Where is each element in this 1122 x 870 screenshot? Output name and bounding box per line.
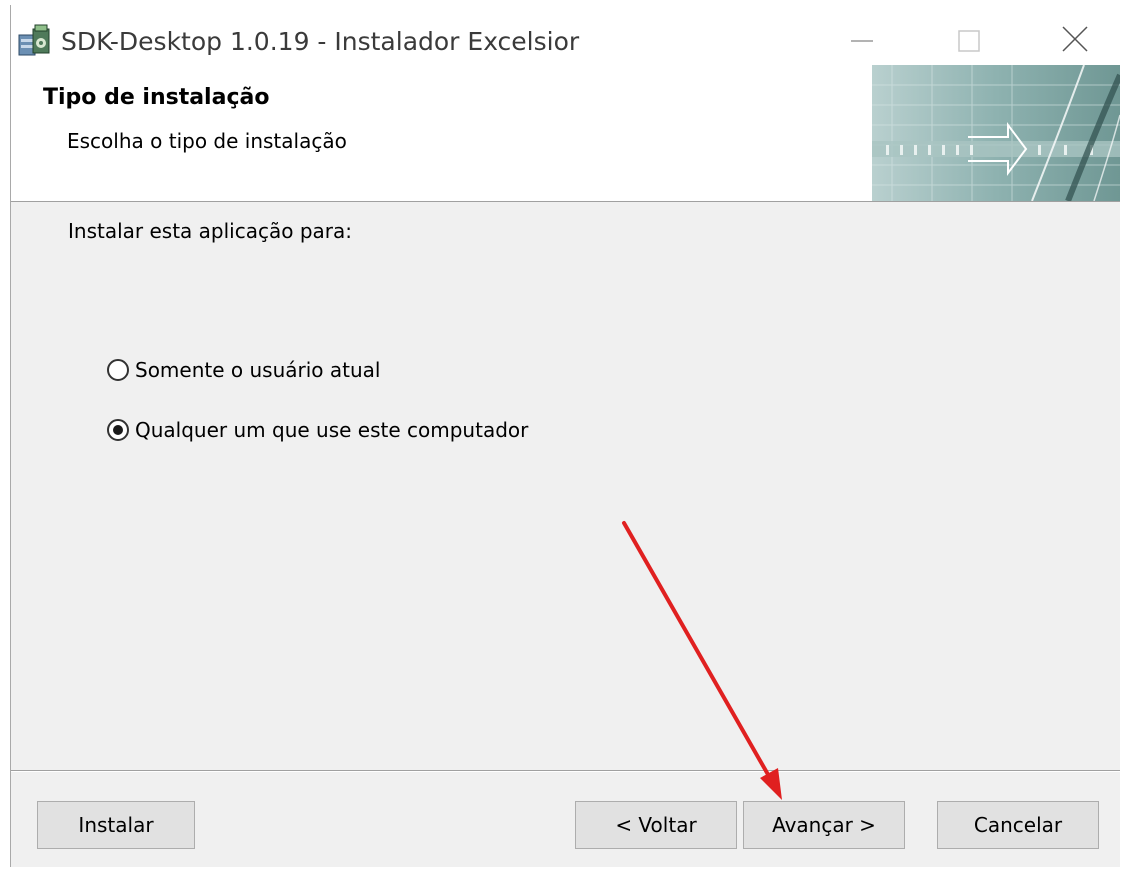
- radio-button-icon[interactable]: [107, 359, 129, 381]
- cancel-button[interactable]: Cancelar: [937, 801, 1099, 849]
- window-title: SDK-Desktop 1.0.19 - Instalador Excelsio…: [61, 27, 580, 56]
- install-button[interactable]: Instalar: [37, 801, 195, 849]
- installer-banner-image: [872, 64, 1120, 203]
- minimize-button[interactable]: [827, 13, 897, 61]
- close-button[interactable]: [1041, 13, 1111, 61]
- footer-divider: [11, 770, 1120, 772]
- next-button[interactable]: Avançar >: [743, 801, 905, 849]
- radio-all-users[interactable]: Qualquer um que use este computador: [107, 413, 528, 447]
- radio-label-current-user[interactable]: Somente o usuário atual: [135, 358, 380, 382]
- radio-current-user[interactable]: Somente o usuário atual: [107, 353, 380, 387]
- installer-window: SDK-Desktop 1.0.19 - Instalador Excelsio…: [10, 5, 1120, 867]
- close-icon: [1062, 26, 1088, 52]
- radio-button-selected-icon[interactable]: [107, 419, 129, 441]
- install-for-label: Instalar esta aplicação para:: [68, 219, 352, 243]
- radio-label-all-users[interactable]: Qualquer um que use este computador: [135, 418, 528, 442]
- installer-app-icon: [17, 23, 53, 57]
- page-header: Tipo de instalação Escolha o tipo de ins…: [11, 64, 1120, 203]
- page-subtitle: Escolha o tipo de instalação: [67, 129, 347, 153]
- back-button[interactable]: < Voltar: [575, 801, 737, 849]
- maximize-button[interactable]: [935, 13, 1005, 61]
- page-title: Tipo de instalação: [43, 85, 270, 110]
- title-bar[interactable]: SDK-Desktop 1.0.19 - Instalador Excelsio…: [11, 5, 1120, 65]
